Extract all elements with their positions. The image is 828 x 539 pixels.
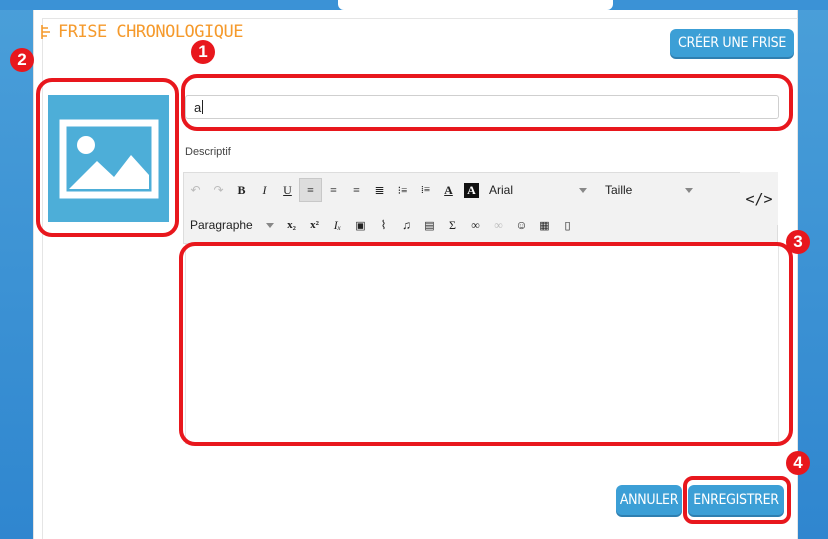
underline-icon[interactable]: U <box>276 178 299 202</box>
editor-toolbar: ↶ ↷ B I U ≡ ≡ ≡ ≣ ⁝≡ ⁞≡ A A Arial Taille… <box>183 172 778 244</box>
undo-icon[interactable]: ↶ <box>184 178 207 202</box>
cancel-button[interactable]: ANNULER <box>616 485 682 515</box>
clear-format-icon[interactable]: Iₓ <box>326 213 349 237</box>
bullet-list-icon[interactable]: ⁝≡ <box>391 178 414 202</box>
description-label: Descriptif <box>185 146 231 158</box>
unlink-icon[interactable]: ∞ <box>487 213 510 237</box>
link-icon[interactable]: ∞ <box>464 213 487 237</box>
font-size-value: Taille <box>605 183 633 197</box>
insert-image-icon[interactable]: ▣ <box>349 213 372 237</box>
chevron-down-icon <box>266 222 274 228</box>
background-color-icon[interactable]: A <box>460 178 483 202</box>
highlight-box-title <box>181 74 793 131</box>
numbered-list-icon[interactable]: ⁞≡ <box>414 178 437 202</box>
superscript-icon[interactable]: x² <box>303 213 326 237</box>
audio-icon[interactable]: ♫ <box>395 213 418 237</box>
align-justify-icon[interactable]: ≣ <box>368 178 391 202</box>
marker-3: 3 <box>786 230 810 254</box>
create-timeline-button[interactable]: CRÉER UNE FRISE <box>670 29 794 57</box>
subscript-icon[interactable]: x₂ <box>280 213 303 237</box>
code-view-button[interactable]: </> <box>740 172 778 225</box>
align-center-icon[interactable]: ≡ <box>345 178 368 202</box>
page-title: FRISE CHRONOLOGIQUE <box>40 20 243 44</box>
table-icon[interactable]: ▦ <box>533 213 556 237</box>
timeline-icon <box>40 24 52 40</box>
format-block-select[interactable]: Paragraphe <box>184 213 280 237</box>
marker-4: 4 <box>786 451 810 475</box>
highlight-box-save <box>683 476 791 524</box>
font-family-select[interactable]: Arial <box>483 178 593 202</box>
highlight-box-image <box>36 78 179 237</box>
align-right-icon[interactable]: ≡ <box>322 178 345 202</box>
marker-2: 2 <box>10 48 34 72</box>
format-block-value: Paragraphe <box>190 218 253 232</box>
font-family-value: Arial <box>489 183 514 197</box>
marker-1: 1 <box>191 40 215 64</box>
chevron-down-icon <box>685 187 693 193</box>
redo-icon[interactable]: ↷ <box>207 178 230 202</box>
italic-icon[interactable]: I <box>253 178 276 202</box>
background-left <box>0 0 33 539</box>
align-left-icon[interactable]: ≡ <box>299 178 322 202</box>
document-icon[interactable]: ▯ <box>556 213 579 237</box>
bold-icon[interactable]: B <box>230 178 253 202</box>
background-tab-gap <box>338 0 613 10</box>
page-title-text: FRISE CHRONOLOGIQUE <box>58 22 243 42</box>
attachment-icon[interactable]: ⌇ <box>372 213 395 237</box>
font-size-select[interactable]: Taille <box>599 178 699 202</box>
emoji-icon[interactable]: ☺ <box>510 213 533 237</box>
highlight-box-editor <box>179 242 793 446</box>
video-icon[interactable]: ▤ <box>418 213 441 237</box>
formula-icon[interactable]: Σ <box>441 213 464 237</box>
text-color-icon[interactable]: A <box>437 178 460 202</box>
chevron-down-icon <box>579 187 587 193</box>
